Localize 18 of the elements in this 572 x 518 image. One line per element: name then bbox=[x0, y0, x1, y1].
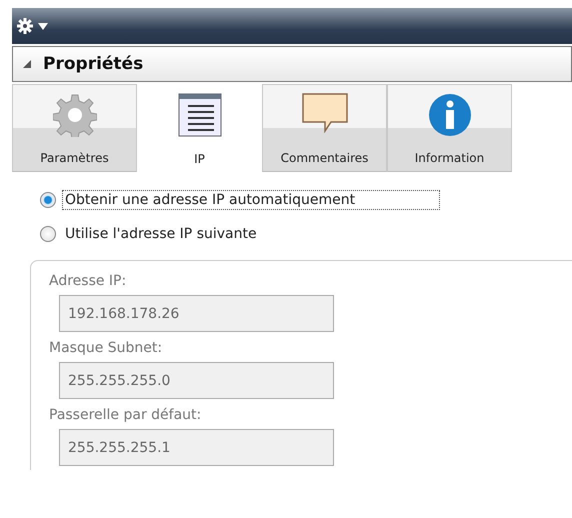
info-icon bbox=[428, 93, 472, 137]
settings-icon[interactable] bbox=[16, 17, 34, 35]
panel-header[interactable]: Propriétés bbox=[12, 46, 572, 82]
tab[interactable]: Information bbox=[387, 84, 512, 172]
radio-button[interactable] bbox=[40, 192, 56, 208]
radio-label[interactable]: Utilise l'adresse IP suivante bbox=[62, 224, 260, 244]
radio-button[interactable] bbox=[40, 226, 56, 242]
gear-icon bbox=[52, 93, 96, 137]
caret-icon[interactable] bbox=[38, 22, 48, 30]
list-window-icon bbox=[178, 93, 222, 137]
tab[interactable]: Paramètres bbox=[12, 84, 137, 172]
tab[interactable]: Commentaires bbox=[262, 84, 387, 172]
speech-bubble-icon bbox=[302, 93, 348, 133]
field-label: Masque Subnet: bbox=[49, 340, 164, 356]
radio-label[interactable]: Obtenir une adresse IP automatiquement bbox=[62, 190, 440, 210]
field-label: Passerelle par défaut: bbox=[49, 407, 202, 423]
collapse-icon bbox=[23, 60, 31, 68]
field-label: Adresse IP: bbox=[49, 273, 128, 289]
